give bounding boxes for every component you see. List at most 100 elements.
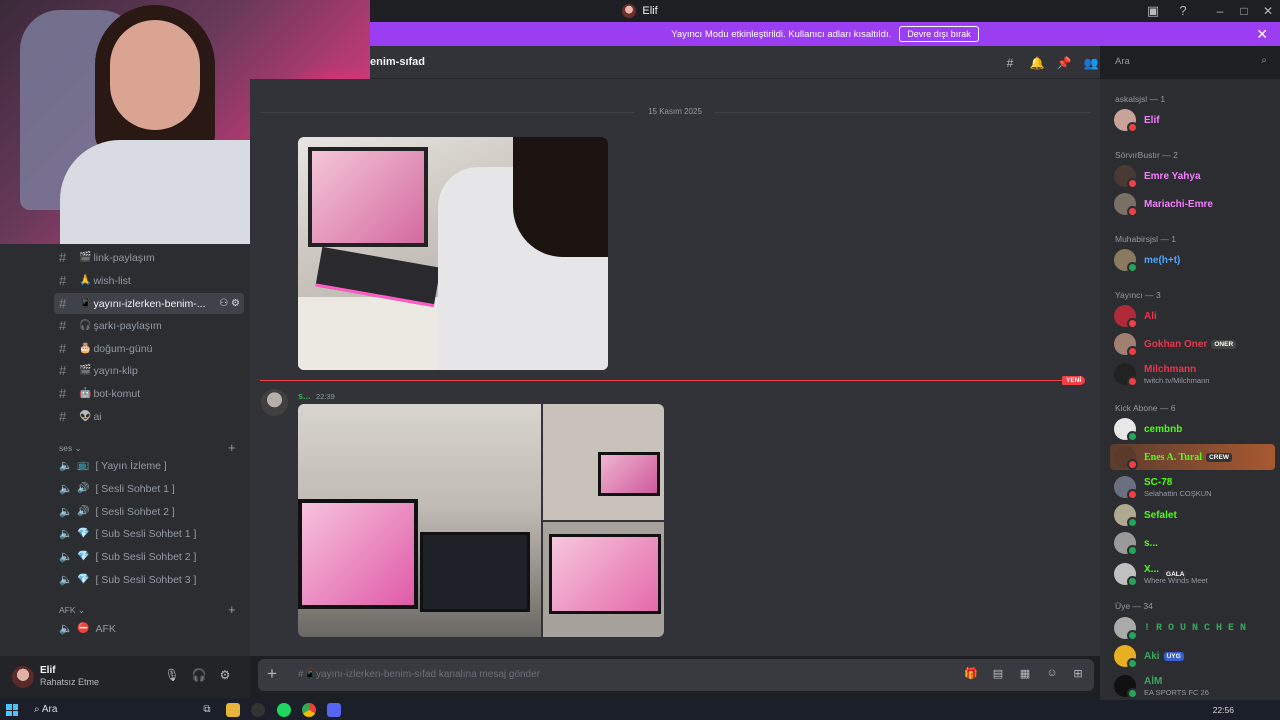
member-item[interactable]: Sefalet <box>1110 502 1275 528</box>
channel-yayini-izlerken[interactable]: # 📱 yayını-izlerken-benim-... ⚇ ⚙ <box>54 293 244 314</box>
help-icon[interactable]: ? <box>1175 3 1191 19</box>
app-icon[interactable] <box>251 703 265 717</box>
close-window-icon[interactable]: ✕ <box>1256 4 1280 18</box>
member-item[interactable]: AİM EA SPORTS FC 26 <box>1110 673 1275 699</box>
channel-link-paylasim[interactable]: # 🎬 link-paylaşım <box>54 247 244 268</box>
image-attachment[interactable] <box>543 404 664 520</box>
member-item[interactable]: Aki UYG <box>1110 643 1275 669</box>
add-channel-icon[interactable]: + <box>228 602 236 617</box>
member-name: AİM <box>1144 676 1163 687</box>
voice-channel-sesli-sohbet-1[interactable]: 🔈 🔊 [ Sesli Sohbet 1 ] <box>54 478 244 499</box>
voice-channel-sesli-sohbet-2[interactable]: 🔈 🔊 [ Sesli Sohbet 2 ] <box>54 501 244 522</box>
avatar <box>1114 675 1138 699</box>
member-item[interactable]: Enes A. Tural CREW <box>1110 444 1275 470</box>
maximize-icon[interactable]: □ <box>1232 4 1256 18</box>
channel-bot-komut[interactable]: # 🤖 bot-komut <box>54 383 244 404</box>
minimize-icon[interactable]: – <box>1208 4 1232 18</box>
member-item[interactable]: Elif <box>1110 107 1275 133</box>
gift-icon[interactable]: 🎁 <box>963 667 979 680</box>
voice-channel-sub-sesli-sohbet-1[interactable]: 🔈 💎 [ Sub Sesli Sohbet 1 ] <box>54 523 244 544</box>
member-name: Emre Yahya <box>1144 170 1201 182</box>
channel-label: [ Sub Sesli Sohbet 2 ] <box>95 550 197 563</box>
composer-placeholder: #📱yayını-izlerken-benim-sıfad kanalına m… <box>298 669 541 680</box>
avatar <box>1114 446 1138 470</box>
gif-icon[interactable]: ▤ <box>990 667 1006 680</box>
task-view-icon[interactable]: ⧉ <box>200 703 214 717</box>
member-item[interactable]: X... GALA Where Winds Meet <box>1110 561 1275 587</box>
taskbar: ⌕ Ara ⧉ 22:56 <box>0 700 1280 720</box>
member-group-title: Üye — 34 <box>1115 601 1153 611</box>
channel-label: [ Sub Sesli Sohbet 3 ] <box>95 573 197 586</box>
member-item[interactable]: Mariachi-Emre <box>1110 191 1275 217</box>
avatar[interactable] <box>261 389 288 416</box>
microphone-icon[interactable]: 🎙 <box>163 668 181 682</box>
sticker-icon[interactable]: ▦ <box>1017 667 1033 680</box>
channel-emoji: 🤖 <box>79 388 92 399</box>
streamer-mode-banner: Yayıncı Modu etkinleştirildi. Kullanıcı … <box>370 22 1280 46</box>
member-group-title: Kick Abone — 6 <box>1115 403 1176 413</box>
chrome-icon[interactable] <box>302 703 316 717</box>
message-composer[interactable]: + #📱yayını-izlerken-benim-sıfad kanalına… <box>258 659 1094 691</box>
member-item[interactable]: me(h+t) <box>1110 247 1275 273</box>
member-list-icon[interactable]: 👥 <box>1083 56 1099 70</box>
message-author[interactable]: s... <box>298 391 311 401</box>
taskbar-search[interactable]: ⌕ Ara <box>34 704 57 715</box>
invite-icon[interactable]: ⚇ <box>219 298 228 309</box>
channel-wish-list[interactable]: # 🙏 wish-list <box>54 270 244 291</box>
member-item[interactable]: Gokhan Oner ONER <box>1110 331 1275 357</box>
voice-channel-sub-sesli-sohbet-3[interactable]: 🔈 💎 [ Sub Sesli Sohbet 3 ] <box>54 569 244 590</box>
member-item[interactable]: ! R O U N C H E N <box>1110 615 1275 641</box>
channel-emoji: 💎 <box>77 551 90 562</box>
member-item[interactable]: Milchmann twitch.tv/Milchmann <box>1110 361 1275 387</box>
discord-icon[interactable] <box>327 703 341 717</box>
hash-icon: # <box>59 273 67 288</box>
close-icon[interactable]: ✕ <box>1256 26 1268 43</box>
member-name: me(h+t) <box>1144 254 1181 266</box>
member-item[interactable]: s... <box>1110 530 1275 556</box>
emoji-icon[interactable]: ☺ <box>1044 667 1060 679</box>
add-attachment-icon[interactable]: + <box>267 664 277 684</box>
member-item[interactable]: cembnb <box>1110 416 1275 442</box>
add-channel-icon[interactable]: + <box>228 440 236 455</box>
avatar <box>1114 193 1138 217</box>
gear-icon[interactable]: ⚙ <box>231 298 240 309</box>
image-attachment[interactable] <box>543 522 664 637</box>
windows-start-icon[interactable] <box>6 704 18 716</box>
threads-icon[interactable]: # <box>1002 56 1018 70</box>
channel-label: şarkı-paylaşım <box>93 319 162 332</box>
spotify-icon[interactable] <box>277 703 291 717</box>
disable-streamer-mode-button[interactable]: Devre dışı bırak <box>899 26 979 42</box>
avatar <box>1114 418 1138 442</box>
voice-channel-yayin-izleme[interactable]: 🔈 📺 [ Yayın İzleme ] <box>54 455 244 476</box>
channel-emoji: ⛔ <box>77 623 90 634</box>
avatar <box>1114 532 1138 556</box>
member-name: Aki <box>1144 650 1160 662</box>
member-name: s... <box>1144 537 1158 549</box>
file-explorer-icon[interactable] <box>226 703 240 717</box>
avatar[interactable] <box>12 666 34 688</box>
category-ses[interactable]: ses ⌄ <box>59 443 82 454</box>
settings-gear-icon[interactable]: ⚙ <box>216 668 234 682</box>
category-afk[interactable]: AFK ⌄ <box>59 605 85 616</box>
channel-ai[interactable]: # 👽 ai <box>54 406 244 427</box>
image-attachment[interactable] <box>298 137 608 370</box>
member-item[interactable]: SC-78 Selahattin COŞKUN <box>1110 474 1275 500</box>
headphones-icon[interactable]: 🎧 <box>190 668 208 682</box>
channel-label: link-paylaşım <box>93 251 155 264</box>
member-item[interactable]: Emre Yahya <box>1110 163 1275 189</box>
search-input[interactable]: Ara ⌕ <box>1110 53 1272 72</box>
member-item[interactable]: Ali <box>1110 303 1275 329</box>
bell-icon[interactable]: 🔔 <box>1029 56 1045 70</box>
channel-label: [ Sub Sesli Sohbet 1 ] <box>95 527 197 540</box>
voice-channel-sub-sesli-sohbet-2[interactable]: 🔈 💎 [ Sub Sesli Sohbet 2 ] <box>54 546 244 567</box>
channel-sarki-paylasim[interactable]: # 🎧 şarkı-paylaşım <box>54 315 244 336</box>
channel-dogum-gunu[interactable]: # 🎂 doğum-günü <box>54 338 244 359</box>
date-divider: 15 Kasım 2025 <box>260 107 1090 116</box>
image-attachment[interactable] <box>298 404 541 637</box>
avatar <box>1114 363 1138 387</box>
apps-icon[interactable]: ⊞ <box>1070 667 1086 680</box>
voice-channel-afk[interactable]: 🔈 ⛔ AFK <box>54 618 244 639</box>
inbox-icon[interactable]: ▣ <box>1145 3 1161 19</box>
channel-yayin-klip[interactable]: # 🎬 yayın-klip <box>54 360 244 381</box>
pin-icon[interactable]: 📌 <box>1056 56 1072 70</box>
